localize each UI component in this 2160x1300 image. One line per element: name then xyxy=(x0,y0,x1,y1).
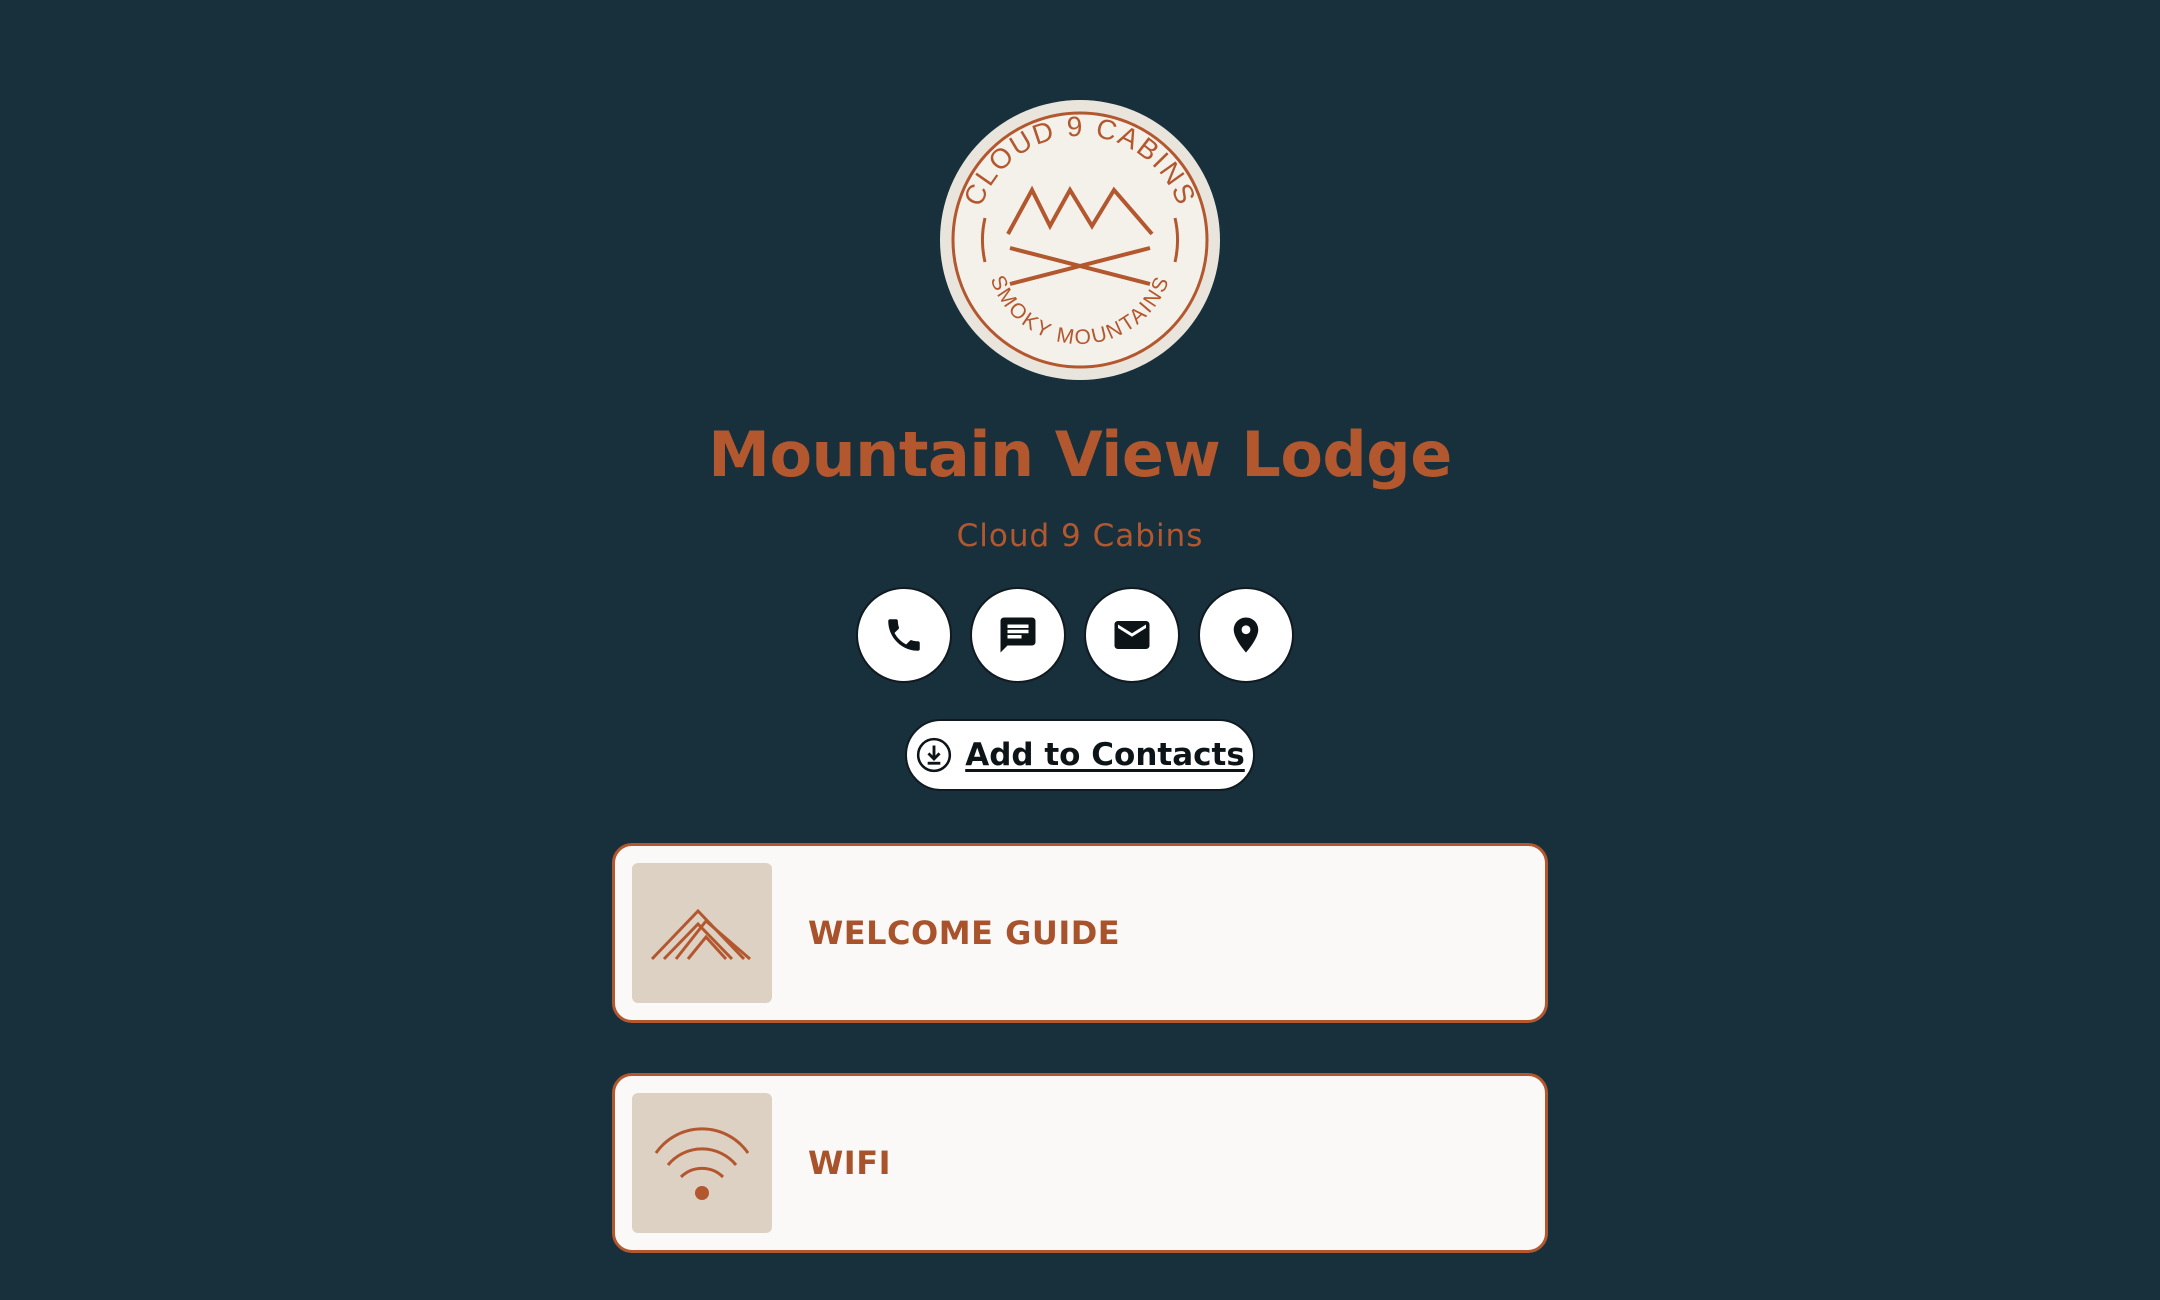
card-label: WIFI xyxy=(808,1144,891,1182)
mountain-lines-icon xyxy=(650,908,751,961)
card-label: WELCOME GUIDE xyxy=(808,914,1121,952)
map-pin-icon xyxy=(1233,617,1259,653)
mountain-logo-icon: CLOUD 9 CABINS SMOKY MOUNTAINS xyxy=(944,104,1216,376)
add-to-contacts-button[interactable]: Add to Contacts xyxy=(905,719,1255,791)
call-button[interactable] xyxy=(856,587,952,683)
mail-icon xyxy=(1114,621,1150,649)
link-card-welcome-guide[interactable]: WELCOME GUIDE xyxy=(612,843,1548,1023)
add-to-contacts-label: Add to Contacts xyxy=(965,737,1245,773)
phone-icon xyxy=(888,619,920,651)
page-subtitle: Cloud 9 Cabins xyxy=(956,518,1204,554)
card-thumbnail xyxy=(632,1093,772,1233)
location-button[interactable] xyxy=(1198,587,1294,683)
wifi-icon xyxy=(654,1127,750,1200)
message-icon xyxy=(1000,617,1036,653)
action-buttons xyxy=(856,587,1294,683)
email-button[interactable] xyxy=(1084,587,1180,683)
download-icon xyxy=(915,736,953,774)
message-button[interactable] xyxy=(970,587,1066,683)
page-title: Mountain View Lodge xyxy=(708,418,1452,491)
brand-logo: CLOUD 9 CABINS SMOKY MOUNTAINS xyxy=(940,100,1220,380)
link-page: CLOUD 9 CABINS SMOKY MOUNTAINS Mountain … xyxy=(0,0,2160,1300)
link-card-wifi[interactable]: WIFI xyxy=(612,1073,1548,1253)
card-thumbnail xyxy=(632,863,772,1003)
